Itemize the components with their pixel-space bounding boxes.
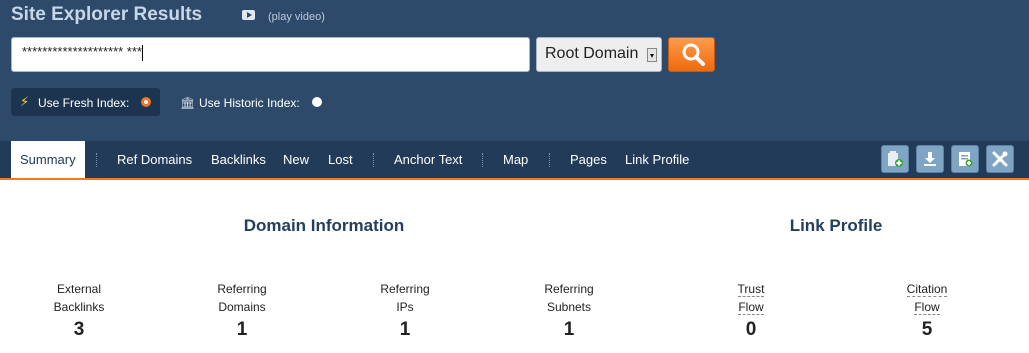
metric-value: 0 bbox=[745, 319, 757, 340]
tools-icon bbox=[992, 151, 1008, 167]
play-video-icon[interactable] bbox=[242, 10, 255, 20]
lightning-bolt-icon: ⚡ bbox=[20, 94, 30, 109]
tab-map[interactable]: Map bbox=[503, 152, 528, 167]
add-to-bucket-button[interactable] bbox=[881, 145, 909, 173]
metric-label-line2: Flow bbox=[914, 300, 940, 315]
metric-external-backlinks: External Backlinks 3 bbox=[9, 280, 149, 341]
tab-separator bbox=[482, 153, 483, 167]
tab-anchor-text[interactable]: Anchor Text bbox=[394, 152, 462, 167]
download-button[interactable] bbox=[916, 145, 944, 173]
domain-information-heading: Domain Information bbox=[243, 216, 405, 235]
metric-value: 1 bbox=[399, 319, 411, 340]
metric-label-line1: Referring bbox=[380, 282, 430, 296]
search-input-value: ******************** *** bbox=[22, 44, 142, 59]
chevron-down-icon[interactable] bbox=[647, 48, 657, 62]
magnifier-icon bbox=[682, 43, 705, 66]
tab-pages[interactable]: Pages bbox=[570, 152, 607, 167]
metric-value: 5 bbox=[921, 319, 933, 340]
metric-referring-subnets: Referring Subnets 1 bbox=[499, 280, 639, 341]
metric-referring-domains: Referring Domains 1 bbox=[172, 280, 312, 341]
tab-bar: Summary Ref Domains Backlinks New Lost A… bbox=[0, 141, 1029, 180]
fresh-index-radio[interactable] bbox=[141, 97, 151, 107]
historic-index-radio[interactable] bbox=[312, 97, 322, 107]
museum-icon: 🏛 bbox=[180, 96, 196, 110]
page-title: Site Explorer Results bbox=[11, 4, 203, 25]
search-button[interactable] bbox=[668, 37, 715, 72]
play-video-link[interactable]: (play video) bbox=[268, 11, 325, 23]
report-icon bbox=[959, 152, 973, 167]
metric-label-line1: External bbox=[56, 282, 102, 296]
tab-separator bbox=[549, 153, 550, 167]
fresh-index-label: Use Fresh Index: bbox=[38, 96, 130, 110]
tab-link-profile[interactable]: Link Profile bbox=[625, 152, 689, 167]
scope-select[interactable]: Root Domain bbox=[536, 37, 662, 72]
tab-backlinks[interactable]: Backlinks bbox=[211, 152, 266, 167]
add-to-bucket-icon bbox=[888, 151, 903, 167]
tab-separator bbox=[96, 153, 97, 167]
metric-referring-ips: Referring IPs 1 bbox=[335, 280, 475, 341]
tools-button[interactable] bbox=[986, 145, 1014, 173]
header-bar: Site Explorer Results (play video) *****… bbox=[0, 0, 1029, 141]
metric-label-line2: Domains bbox=[218, 300, 266, 314]
metric-label-line1: Referring bbox=[544, 282, 594, 296]
tab-summary-label: Summary bbox=[20, 152, 76, 167]
text-caret bbox=[141, 44, 143, 61]
tab-summary[interactable]: Summary bbox=[11, 141, 85, 178]
metric-label-line1: Citation bbox=[906, 282, 948, 297]
metric-value: 1 bbox=[236, 319, 248, 340]
metric-label-line2: Backlinks bbox=[53, 300, 105, 314]
download-icon bbox=[924, 152, 936, 166]
link-profile-heading: Link Profile bbox=[789, 216, 883, 235]
metric-value: 3 bbox=[73, 319, 85, 340]
metric-label-line1: Referring bbox=[217, 282, 267, 296]
tab-new[interactable]: New bbox=[283, 152, 309, 167]
historic-index-label: Use Historic Index: bbox=[199, 96, 300, 110]
tab-separator bbox=[373, 153, 374, 167]
tab-ref-domains[interactable]: Ref Domains bbox=[117, 152, 192, 167]
tab-lost[interactable]: Lost bbox=[328, 152, 353, 167]
metric-label-line2: Flow bbox=[738, 300, 764, 315]
scope-select-value: Root Domain bbox=[545, 45, 639, 62]
metric-label-line1: Trust bbox=[737, 282, 765, 297]
metric-label-line2: Subnets bbox=[546, 300, 592, 314]
search-input[interactable]: ******************** *** bbox=[11, 37, 530, 72]
metric-label-line2: IPs bbox=[396, 300, 414, 314]
metric-citation-flow[interactable]: Citation Flow 5 bbox=[857, 280, 997, 341]
metric-trust-flow[interactable]: Trust Flow 0 bbox=[681, 280, 821, 341]
metric-value: 1 bbox=[563, 319, 575, 340]
report-button[interactable] bbox=[951, 145, 979, 173]
fresh-index-option[interactable]: ⚡ Use Fresh Index: bbox=[11, 88, 160, 116]
